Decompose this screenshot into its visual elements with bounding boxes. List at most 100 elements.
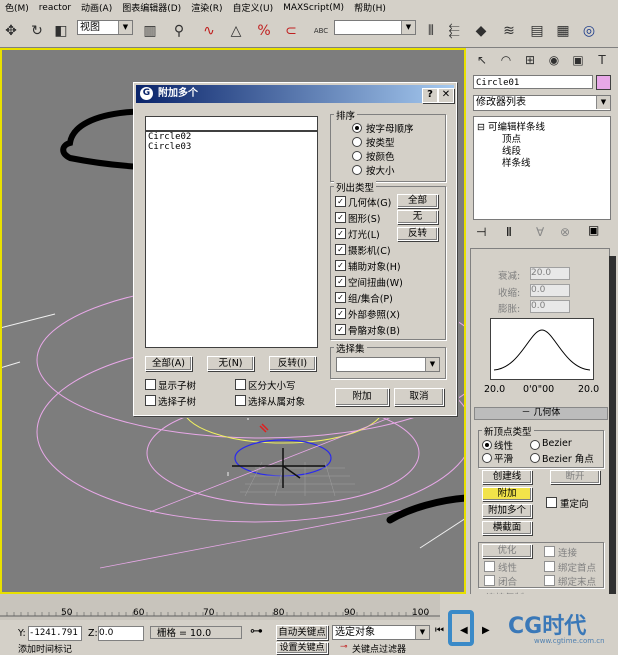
hierarchy-tab-icon[interactable]: ⊞ — [520, 50, 540, 70]
add-time-tag-label[interactable]: 添加时间标记 — [18, 642, 72, 655]
configure-sets-icon[interactable]: ▣ — [588, 223, 599, 237]
sort-type-radio[interactable] — [352, 137, 362, 147]
select-link-icon[interactable]: ⚲ — [168, 20, 190, 42]
menu-item-maxscript[interactable]: MAXScript(M) — [278, 3, 349, 13]
list-item[interactable]: Circle03 — [146, 142, 317, 152]
select-all-button[interactable]: 全部(A) — [145, 356, 192, 371]
create-line-button[interactable]: 创建线 — [482, 470, 532, 484]
layers-icon[interactable]: ≋ — [498, 20, 520, 42]
menu-item-graph-editors[interactable]: 图表编辑器(D) — [117, 1, 186, 14]
curve-editor-icon[interactable]: ▤ — [526, 20, 548, 42]
type-bones-checkbox[interactable]: ✓ — [335, 324, 346, 335]
type-cameras-checkbox[interactable]: ✓ — [335, 244, 346, 255]
rotate-icon[interactable]: ↻ — [26, 20, 48, 42]
material-editor-icon[interactable]: ◎ — [578, 20, 600, 42]
select-subtree-checkbox[interactable] — [145, 395, 156, 406]
select-none-button[interactable]: 无(N) — [207, 356, 254, 371]
make-unique-icon[interactable]: ∀ — [536, 225, 544, 239]
bubble-spinner[interactable]: 0.0 — [530, 300, 570, 313]
attach-confirm-button[interactable]: 附加 — [335, 388, 389, 406]
cross-section-button[interactable]: 横截面 — [482, 521, 532, 535]
modify-tab-icon[interactable]: ◠ — [496, 50, 516, 70]
select-dependents-checkbox[interactable] — [235, 395, 246, 406]
percent-snap-icon[interactable]: % — [253, 20, 275, 42]
vertex-type-smooth-radio[interactable] — [482, 453, 492, 463]
object-list[interactable]: Circle02 Circle03 — [145, 131, 318, 348]
selected-objects-combo[interactable]: 选定对象 ▼ — [332, 625, 430, 640]
case-sensitive-checkbox[interactable] — [235, 379, 246, 390]
auto-key-button[interactable]: 自动关键点 — [276, 625, 328, 640]
bind-first-checkbox[interactable] — [544, 561, 555, 572]
linear-checkbox[interactable] — [484, 561, 495, 572]
y-coord-field[interactable]: -1241.791 — [28, 626, 82, 641]
search-input[interactable] — [145, 116, 318, 131]
snap-icon[interactable]: ∿ — [198, 20, 220, 42]
list-item[interactable]: Circle02 — [146, 132, 317, 142]
optimize-button[interactable]: 优化 — [482, 544, 532, 558]
close-button[interactable]: ✕ — [438, 88, 454, 103]
modifier-list-combo[interactable]: 修改器列表 ▼ — [473, 95, 611, 111]
angle-snap-icon[interactable]: △ — [225, 20, 247, 42]
schematic-icon[interactable]: ▦ — [552, 20, 574, 42]
connect-checkbox[interactable] — [544, 546, 555, 557]
selection-sets-combo[interactable]: ▼ — [336, 357, 440, 372]
eraser-icon[interactable]: ◆ — [470, 20, 492, 42]
menu-item-rendering[interactable]: 渲染(R) — [186, 1, 227, 14]
reorient-checkbox[interactable] — [546, 497, 557, 508]
named-selection-combo[interactable]: ▼ — [334, 20, 416, 35]
type-space-warps-checkbox[interactable]: ✓ — [335, 276, 346, 287]
falloff-spinner[interactable]: 20.0 — [530, 267, 570, 280]
type-shapes-checkbox[interactable]: ✓ — [335, 212, 346, 223]
types-all-button[interactable]: 全部 — [397, 194, 438, 208]
attach-button[interactable]: 附加 — [482, 487, 532, 501]
utilities-tab-icon[interactable]: T — [592, 50, 612, 70]
bind-last-checkbox[interactable] — [544, 575, 555, 586]
object-name-field[interactable]: Circle01 — [473, 75, 593, 89]
vertex-type-bezier-radio[interactable] — [530, 440, 540, 450]
vertex-type-bezier-corner-radio[interactable] — [530, 453, 540, 463]
help-button[interactable]: ? — [422, 88, 438, 103]
pinch-spinner[interactable]: 0.0 — [530, 284, 570, 297]
key-filters-label[interactable]: 关键点过滤器 — [352, 642, 406, 655]
type-lights-checkbox[interactable]: ✓ — [335, 228, 346, 239]
menu-item-help[interactable]: 帮助(H) — [349, 1, 391, 14]
pin-stack-icon[interactable]: ⊣ — [476, 225, 486, 239]
named-selection-icon[interactable]: ABC — [310, 20, 332, 42]
align-icon[interactable]: ⬱ — [443, 20, 465, 42]
key-filters-icon[interactable]: ⊸ — [340, 642, 348, 652]
closed-checkbox[interactable] — [484, 575, 495, 586]
display-subtree-checkbox[interactable] — [145, 379, 156, 390]
mirror-icon[interactable]: ⫴ — [420, 20, 442, 42]
remove-modifier-icon[interactable]: ⊗ — [560, 225, 570, 239]
menu-item-reactor[interactable]: reactor — [34, 3, 76, 13]
key-icon[interactable]: ⊶ — [250, 624, 263, 639]
vertex-type-linear-radio[interactable] — [482, 440, 492, 450]
type-geometry-checkbox[interactable]: ✓ — [335, 196, 346, 207]
attach-multiple-button[interactable]: 附加多个 — [482, 504, 532, 518]
type-groups-checkbox[interactable]: ✓ — [335, 292, 346, 303]
display-tab-icon[interactable]: ▣ — [568, 50, 588, 70]
reference-coord-combo[interactable]: 视图 ▼ — [77, 20, 133, 35]
break-button[interactable]: 断开 — [550, 470, 600, 484]
types-none-button[interactable]: 无 — [397, 210, 438, 224]
type-helpers-checkbox[interactable]: ✓ — [335, 260, 346, 271]
menu-item-customize[interactable]: 自定义(U) — [227, 1, 278, 14]
cancel-button[interactable]: 取消 — [394, 388, 444, 406]
move-icon[interactable]: ✥ — [0, 20, 22, 42]
sort-alphabetical-radio[interactable] — [352, 123, 362, 133]
object-color-swatch[interactable] — [596, 75, 611, 90]
sort-color-radio[interactable] — [352, 151, 362, 161]
menu-item-color[interactable]: 色(M) — [0, 1, 34, 14]
dialog-titlebar[interactable]: G 附加多个 ? ✕ — [136, 85, 454, 103]
spinner-snap-icon[interactable]: ⊂ — [280, 20, 302, 42]
pivot-icon[interactable]: ▥ — [139, 20, 161, 42]
type-xrefs-checkbox[interactable]: ✓ — [335, 308, 346, 319]
scale-icon[interactable]: ◧ — [50, 20, 72, 42]
motion-tab-icon[interactable]: ◉ — [544, 50, 564, 70]
z-coord-field[interactable]: 0.0 — [98, 626, 144, 641]
select-invert-button[interactable]: 反转(I) — [269, 356, 316, 371]
set-key-button[interactable]: 设置关键点 — [276, 642, 328, 654]
sort-size-radio[interactable] — [352, 165, 362, 175]
types-invert-button[interactable]: 反转 — [397, 227, 438, 241]
show-end-result-icon[interactable]: Ⅱ — [506, 225, 512, 239]
